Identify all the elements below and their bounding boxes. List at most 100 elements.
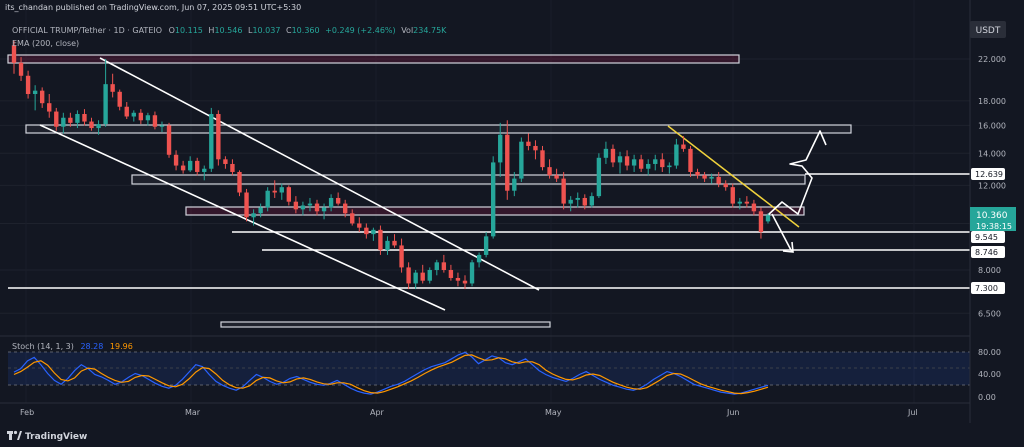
candle-body [166, 125, 172, 155]
publish-line: its_chandan published on TradingView.com… [5, 3, 301, 12]
candle-body [145, 115, 151, 121]
open-value: 10.115 [175, 26, 203, 35]
resistance-zone-top[interactable] [7, 54, 740, 64]
candle-body [505, 134, 510, 191]
price-tick-label: 22.000 [978, 55, 1006, 64]
time-axis-label: Mar [185, 408, 201, 417]
candle-body [533, 145, 538, 151]
candle-body [180, 165, 186, 171]
candle-body [681, 144, 686, 149]
stoch-legend[interactable]: Stoch (14, 1, 3) 28.28 19.96 [12, 342, 133, 351]
candle-body [195, 160, 200, 172]
candle-body [230, 163, 235, 172]
candle-body [202, 168, 207, 172]
candle-body [343, 203, 348, 214]
candle-body [18, 62, 24, 76]
candle-body [244, 192, 249, 218]
candle-body [695, 171, 700, 176]
time-axis-label: Apr [370, 408, 385, 417]
current-price-value: 10.360 [976, 211, 1008, 221]
support-zone-low[interactable] [220, 321, 551, 328]
candle-body [293, 201, 299, 210]
candle-body [716, 176, 721, 184]
candle-body [737, 201, 742, 204]
candle-body [237, 171, 242, 193]
candle-body [385, 240, 390, 251]
candle-body [660, 159, 665, 168]
candle-body [653, 159, 658, 164]
symbol-name: OFFICIAL TRUMP/Tether · 1D · GATEIO [12, 26, 162, 35]
candle-body [32, 90, 38, 95]
candle-body [300, 205, 306, 210]
resistance-zone-16[interactable] [25, 124, 852, 134]
candle-body [364, 227, 369, 235]
candle-body [223, 159, 228, 164]
price-tick-label: 16.000 [978, 121, 1006, 130]
volume-label: Vol [401, 26, 413, 35]
candle-body [490, 162, 496, 237]
candle-body [702, 175, 707, 179]
candle-body [209, 114, 214, 169]
candle-body [646, 163, 651, 169]
candle-body [596, 157, 602, 197]
candle-body [272, 190, 277, 193]
footer-bar [0, 423, 1024, 447]
symbol-legend[interactable]: OFFICIAL TRUMP/Tether · 1D · GATEIO O10.… [12, 26, 447, 35]
candle-body [526, 141, 531, 146]
candle-body [131, 112, 136, 117]
price-tick-label: 6.500 [978, 309, 1001, 318]
candle-body [427, 270, 432, 281]
stoch-label: Stoch (14, 1, 3) [12, 342, 74, 351]
price-level-badge-label: 7.300 [975, 284, 998, 293]
candle-body [314, 203, 320, 212]
candle-body [519, 141, 524, 179]
candle-body [40, 90, 45, 104]
stoch-tick-label: 80.00 [978, 348, 1001, 357]
candle-body [631, 159, 637, 166]
stoch-tick-label: 40.00 [978, 370, 1001, 379]
candle-body [688, 148, 693, 172]
candle-body [744, 201, 750, 204]
footer-brand: TradingView [25, 432, 87, 442]
price-level-badge-label: 9.545 [975, 233, 998, 242]
high-value: 10.546 [214, 26, 242, 35]
candle-body [399, 245, 404, 268]
candle-body [216, 114, 221, 160]
candle-body [441, 262, 447, 270]
candle-body [568, 199, 573, 204]
candle-body [554, 175, 559, 179]
candle-body [371, 229, 376, 235]
candle-body [321, 207, 327, 212]
candle-body [674, 144, 679, 166]
candle-body [617, 156, 623, 163]
candle-body [54, 111, 59, 127]
time-axis-label: Feb [20, 408, 34, 417]
change-value: +0.249 (+2.46%) [325, 26, 396, 35]
time-axis-label: May [545, 408, 562, 417]
candle-body [406, 267, 411, 284]
candle-body [462, 280, 468, 284]
candle-body [258, 207, 263, 214]
candle-body [350, 213, 355, 224]
candle-body [173, 154, 179, 166]
currency-label: USDT [976, 26, 1001, 36]
candle-body [589, 196, 595, 206]
candle-body [75, 114, 80, 123]
candle-body [378, 229, 383, 251]
candle-body [251, 213, 256, 218]
candle-body [751, 203, 757, 212]
candle-body [603, 148, 609, 158]
candle-body [103, 84, 108, 125]
candle-body [638, 159, 644, 169]
candle-body [420, 272, 425, 281]
candle-body [392, 240, 397, 246]
tradingview-chart[interactable]: USDT 22.00018.00016.00014.00012.00010.00… [0, 0, 1024, 447]
ema-legend[interactable]: EMA (200, close) [12, 39, 79, 48]
candle-body [624, 156, 630, 166]
price-level-badge-label: 12.639 [975, 170, 1003, 179]
candle-body [279, 187, 284, 193]
candle-body [335, 197, 341, 204]
candle-body [434, 262, 439, 270]
candle-body [498, 134, 503, 163]
candle-body [709, 176, 714, 179]
